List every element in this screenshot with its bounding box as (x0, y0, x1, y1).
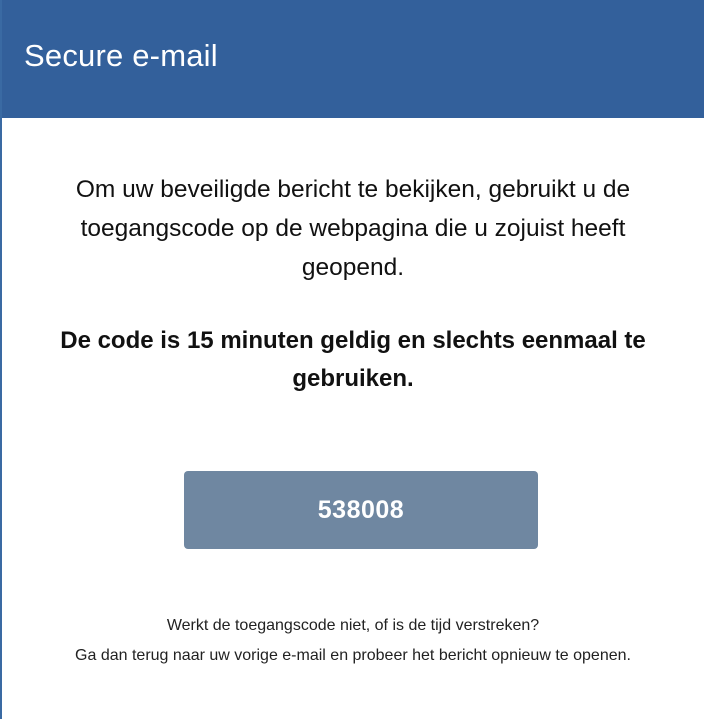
access-code-value[interactable]: 538008 (318, 496, 404, 525)
help-line-2: Ga dan terug naar uw vorige e-mail en pr… (75, 647, 631, 664)
header-bar: Secure e-mail (2, 0, 704, 118)
header-title: Secure e-mail (24, 38, 218, 73)
access-code-box[interactable]: 538008 (184, 471, 538, 549)
instruction-text: Om uw beveiligde bericht te bekijken, ge… (75, 176, 631, 281)
validity-notice: De code is 15 minuten geldig en slechts … (60, 327, 646, 392)
secure-email-page: Secure e-mail Om uw beveiligde bericht t… (0, 0, 704, 719)
help-text: Werkt de toegangscode niet, of is de tij… (32, 611, 674, 671)
help-line-1: Werkt de toegangscode niet, of is de tij… (166, 617, 540, 634)
